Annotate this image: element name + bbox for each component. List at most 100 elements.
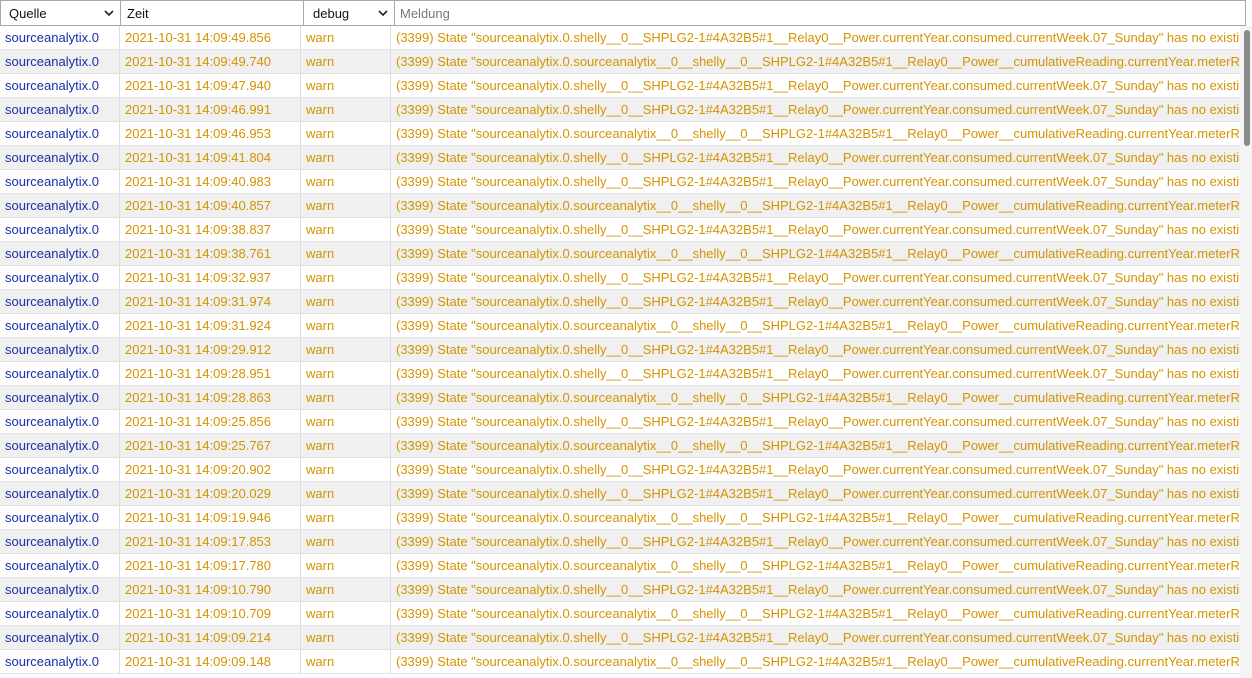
log-table: sourceanalytix.0 2021-10-31 14:09:49.856 w… bbox=[0, 26, 1240, 678]
cell-source: sourceanalytix.0 bbox=[0, 290, 120, 313]
cell-time: 2021-10-31 14:09:28.863 bbox=[120, 386, 301, 409]
cell-source: sourceanalytix.0 bbox=[0, 50, 120, 73]
cell-source: sourceanalytix.0 bbox=[0, 506, 120, 529]
cell-message: (3399) State "sourceanalytix.0.shelly__0… bbox=[396, 534, 1240, 549]
cell-message: (3399) State "sourceanalytix.0.shelly__0… bbox=[396, 222, 1240, 237]
cell-level: warn bbox=[301, 74, 391, 97]
vertical-scrollbar[interactable] bbox=[1240, 26, 1252, 678]
cell-message: (3399) State "sourceanalytix.0.shelly__0… bbox=[396, 414, 1240, 429]
cell-level: warn bbox=[301, 266, 391, 289]
cell-time: 2021-10-31 14:09:17.853 bbox=[120, 530, 301, 553]
table-row[interactable]: sourceanalytix.0 2021-10-31 14:09:49.856 w… bbox=[0, 26, 1240, 50]
cell-time: 2021-10-31 14:09:25.767 bbox=[120, 434, 301, 457]
table-row[interactable]: sourceanalytix.0 2021-10-31 14:09:20.902 w… bbox=[0, 458, 1240, 482]
filter-bar: Quelle Zeit debug bbox=[0, 0, 1246, 26]
cell-source: sourceanalytix.0 bbox=[0, 218, 120, 241]
cell-level: warn bbox=[301, 530, 391, 553]
cell-message: (3399) State "sourceanalytix.0.sourceana… bbox=[396, 318, 1240, 333]
cell-source: sourceanalytix.0 bbox=[0, 602, 120, 625]
cell-source: sourceanalytix.0 bbox=[0, 266, 120, 289]
cell-source: sourceanalytix.0 bbox=[0, 26, 120, 49]
cell-time: 2021-10-31 14:09:09.214 bbox=[120, 626, 301, 649]
table-row[interactable]: sourceanalytix.0 2021-10-31 14:09:25.856 w… bbox=[0, 410, 1240, 434]
cell-source: sourceanalytix.0 bbox=[0, 626, 120, 649]
cell-source: sourceanalytix.0 bbox=[0, 98, 120, 121]
cell-time: 2021-10-31 14:09:10.709 bbox=[120, 602, 301, 625]
table-row[interactable]: sourceanalytix.0 2021-10-31 14:09:38.837 w… bbox=[0, 218, 1240, 242]
cell-source: sourceanalytix.0 bbox=[0, 482, 120, 505]
table-row[interactable]: sourceanalytix.0 2021-10-31 14:09:47.940 w… bbox=[0, 74, 1240, 98]
table-row[interactable]: sourceanalytix.0 2021-10-31 14:09:28.951 w… bbox=[0, 362, 1240, 386]
cell-level: warn bbox=[301, 506, 391, 529]
table-row[interactable]: sourceanalytix.0 2021-10-31 14:09:41.804 w… bbox=[0, 146, 1240, 170]
table-row[interactable]: sourceanalytix.0 2021-10-31 14:09:49.740 w… bbox=[0, 50, 1240, 74]
cell-message: (3399) State "sourceanalytix.0.shelly__0… bbox=[396, 174, 1240, 189]
cell-message: (3399) State "sourceanalytix.0.sourceana… bbox=[396, 246, 1240, 261]
cell-time: 2021-10-31 14:09:49.856 bbox=[120, 26, 301, 49]
table-row[interactable]: sourceanalytix.0 2021-10-31 14:09:25.767 w… bbox=[0, 434, 1240, 458]
cell-source: sourceanalytix.0 bbox=[0, 554, 120, 577]
scrollbar-thumb[interactable] bbox=[1244, 30, 1250, 146]
chevron-down-icon bbox=[104, 10, 114, 17]
cell-time: 2021-10-31 14:09:28.951 bbox=[120, 362, 301, 385]
source-filter-select[interactable]: Quelle bbox=[0, 0, 120, 26]
cell-message: (3399) State "sourceanalytix.0.shelly__0… bbox=[396, 270, 1240, 285]
cell-level: warn bbox=[301, 410, 391, 433]
cell-message: (3399) State "sourceanalytix.0.shelly__0… bbox=[396, 342, 1240, 357]
cell-source: sourceanalytix.0 bbox=[0, 338, 120, 361]
cell-level: warn bbox=[301, 314, 391, 337]
cell-message: (3399) State "sourceanalytix.0.sourceana… bbox=[396, 198, 1240, 213]
chevron-down-icon bbox=[378, 10, 388, 17]
table-row[interactable]: sourceanalytix.0 2021-10-31 14:09:19.946 w… bbox=[0, 506, 1240, 530]
cell-message: (3399) State "sourceanalytix.0.shelly__0… bbox=[396, 366, 1240, 381]
cell-time: 2021-10-31 14:09:38.761 bbox=[120, 242, 301, 265]
cell-source: sourceanalytix.0 bbox=[0, 578, 120, 601]
cell-time: 2021-10-31 14:09:09.148 bbox=[120, 650, 301, 673]
cell-source: sourceanalytix.0 bbox=[0, 434, 120, 457]
table-row[interactable]: sourceanalytix.0 2021-10-31 14:09:29.912 w… bbox=[0, 338, 1240, 362]
table-row[interactable]: sourceanalytix.0 2021-10-31 14:09:20.029 w… bbox=[0, 482, 1240, 506]
message-filter-input[interactable] bbox=[400, 5, 1245, 21]
cell-time: 2021-10-31 14:09:25.856 bbox=[120, 410, 301, 433]
table-row[interactable]: sourceanalytix.0 2021-10-31 14:09:40.857 w… bbox=[0, 194, 1240, 218]
cell-time: 2021-10-31 14:09:41.804 bbox=[120, 146, 301, 169]
table-row[interactable]: sourceanalytix.0 2021-10-31 14:09:10.709 w… bbox=[0, 602, 1240, 626]
table-row[interactable]: sourceanalytix.0 2021-10-31 14:09:17.853 w… bbox=[0, 530, 1240, 554]
cell-level: warn bbox=[301, 146, 391, 169]
table-row[interactable]: sourceanalytix.0 2021-10-31 14:09:09.148 w… bbox=[0, 650, 1240, 674]
cell-time: 2021-10-31 14:09:31.924 bbox=[120, 314, 301, 337]
cell-message: (3399) State "sourceanalytix.0.sourceana… bbox=[396, 126, 1240, 141]
table-row[interactable]: sourceanalytix.0 2021-10-31 14:09:09.214 w… bbox=[0, 626, 1240, 650]
cell-source: sourceanalytix.0 bbox=[0, 170, 120, 193]
table-row[interactable]: sourceanalytix.0 2021-10-31 14:09:31.974 w… bbox=[0, 290, 1240, 314]
time-column-label: Zeit bbox=[127, 5, 149, 21]
cell-level: warn bbox=[301, 626, 391, 649]
table-row[interactable]: sourceanalytix.0 2021-10-31 14:09:17.780 w… bbox=[0, 554, 1240, 578]
cell-source: sourceanalytix.0 bbox=[0, 146, 120, 169]
table-row[interactable]: sourceanalytix.0 2021-10-31 14:09:46.953 w… bbox=[0, 122, 1240, 146]
cell-time: 2021-10-31 14:09:49.740 bbox=[120, 50, 301, 73]
cell-time: 2021-10-31 14:09:46.953 bbox=[120, 122, 301, 145]
table-row[interactable]: sourceanalytix.0 2021-10-31 14:09:32.937 w… bbox=[0, 266, 1240, 290]
cell-level: warn bbox=[301, 578, 391, 601]
source-filter-label: Quelle bbox=[9, 5, 47, 21]
cell-source: sourceanalytix.0 bbox=[0, 314, 120, 337]
cell-source: sourceanalytix.0 bbox=[0, 410, 120, 433]
cell-message: (3399) State "sourceanalytix.0.shelly__0… bbox=[396, 630, 1240, 645]
table-row[interactable]: sourceanalytix.0 2021-10-31 14:09:31.924 w… bbox=[0, 314, 1240, 338]
cell-level: warn bbox=[301, 290, 391, 313]
cell-level: warn bbox=[301, 554, 391, 577]
cell-time: 2021-10-31 14:09:20.029 bbox=[120, 482, 301, 505]
cell-time: 2021-10-31 14:09:46.991 bbox=[120, 98, 301, 121]
cell-level: warn bbox=[301, 386, 391, 409]
cell-message: (3399) State "sourceanalytix.0.sourceana… bbox=[396, 54, 1240, 69]
table-row[interactable]: sourceanalytix.0 2021-10-31 14:09:10.790 w… bbox=[0, 578, 1240, 602]
cell-message: (3399) State "sourceanalytix.0.shelly__0… bbox=[396, 30, 1240, 45]
table-row[interactable]: sourceanalytix.0 2021-10-31 14:09:46.991 w… bbox=[0, 98, 1240, 122]
level-filter-select[interactable]: debug bbox=[303, 0, 394, 26]
table-row[interactable]: sourceanalytix.0 2021-10-31 14:09:40.983 w… bbox=[0, 170, 1240, 194]
table-row[interactable]: sourceanalytix.0 2021-10-31 14:09:28.863 w… bbox=[0, 386, 1240, 410]
cell-message: (3399) State "sourceanalytix.0.shelly__0… bbox=[396, 582, 1240, 597]
table-row[interactable]: sourceanalytix.0 2021-10-31 14:09:38.761 w… bbox=[0, 242, 1240, 266]
cell-message: (3399) State "sourceanalytix.0.sourceana… bbox=[396, 606, 1240, 621]
